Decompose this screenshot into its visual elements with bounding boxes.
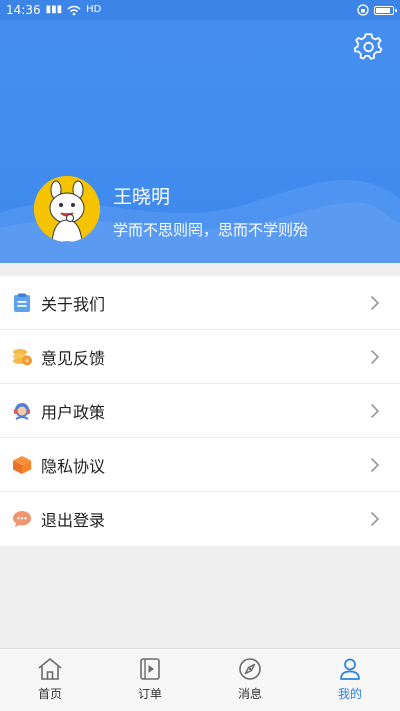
clipboard-icon <box>12 293 32 313</box>
compass-icon <box>239 658 261 680</box>
svg-text:¥: ¥ <box>25 358 29 365</box>
menu-item-label: 意见反馈 <box>41 348 106 368</box>
person-icon <box>340 658 360 680</box>
bottom-tab-bar: 首页 订单 消息 我的 <box>0 648 400 711</box>
tab-label: 我的 <box>337 687 362 701</box>
headset-icon <box>12 401 32 421</box>
wifi-icon <box>67 5 81 15</box>
profile-header: 王晓明 学而不思则罔，思而不学则殆 <box>0 20 400 263</box>
status-bar: 14:36 ▮▮▮ HD <box>0 0 400 20</box>
menu-item-about[interactable]: 关于我们 <box>0 276 400 330</box>
avatar-cartoon-icon <box>34 176 100 242</box>
home-icon <box>38 658 62 680</box>
play-document-icon <box>140 658 160 680</box>
status-time: 14:36 <box>6 3 41 17</box>
chevron-right-icon <box>370 457 380 473</box>
avatar[interactable] <box>34 176 100 242</box>
menu-item-label: 退出登录 <box>41 511 106 530</box>
menu-item-user-policy[interactable]: 用户政策 <box>0 384 400 438</box>
menu-item-label: 用户政策 <box>41 402 106 422</box>
settings-button[interactable] <box>352 30 386 64</box>
menu-item-label: 关于我们 <box>41 294 106 314</box>
menu-item-privacy[interactable]: 隐私协议 <box>0 438 400 492</box>
menu-item-feedback[interactable]: ¥ 意见反馈 <box>0 330 400 384</box>
chevron-right-icon <box>370 349 380 365</box>
menu-item-logout[interactable]: 退出登录 <box>0 492 400 546</box>
tab-label: 消息 <box>237 687 262 701</box>
battery-icon <box>374 5 397 15</box>
signal-icon: ▮▮▮ <box>45 4 63 15</box>
network-label: HD <box>86 4 102 15</box>
profile-motto: 学而不思则罔，思而不学则殆 <box>113 221 309 239</box>
menu-item-label: 隐私协议 <box>41 456 106 476</box>
tab-mine[interactable]: 我的 <box>300 649 400 711</box>
chevron-right-icon <box>370 403 380 419</box>
coins-icon: ¥ <box>12 347 32 367</box>
gear-icon <box>354 33 383 60</box>
chevron-right-icon <box>370 511 380 527</box>
chevron-right-icon <box>370 295 380 311</box>
tab-label: 订单 <box>137 687 162 701</box>
tab-messages[interactable]: 消息 <box>200 649 300 711</box>
box-icon <box>12 455 32 475</box>
tab-home[interactable]: 首页 <box>0 649 100 711</box>
tab-orders[interactable]: 订单 <box>100 649 200 711</box>
tab-label: 首页 <box>37 687 62 701</box>
profile-name: 王晓明 <box>113 186 171 208</box>
status-left: 14:36 ▮▮▮ HD <box>6 3 101 17</box>
menu-list: 关于我们 ¥ 意见反馈 用户政策 隐私协议 退出登录 <box>0 276 400 546</box>
status-right <box>357 4 397 16</box>
lock-rotation-icon <box>357 4 369 16</box>
chat-bubble-icon <box>12 509 32 529</box>
